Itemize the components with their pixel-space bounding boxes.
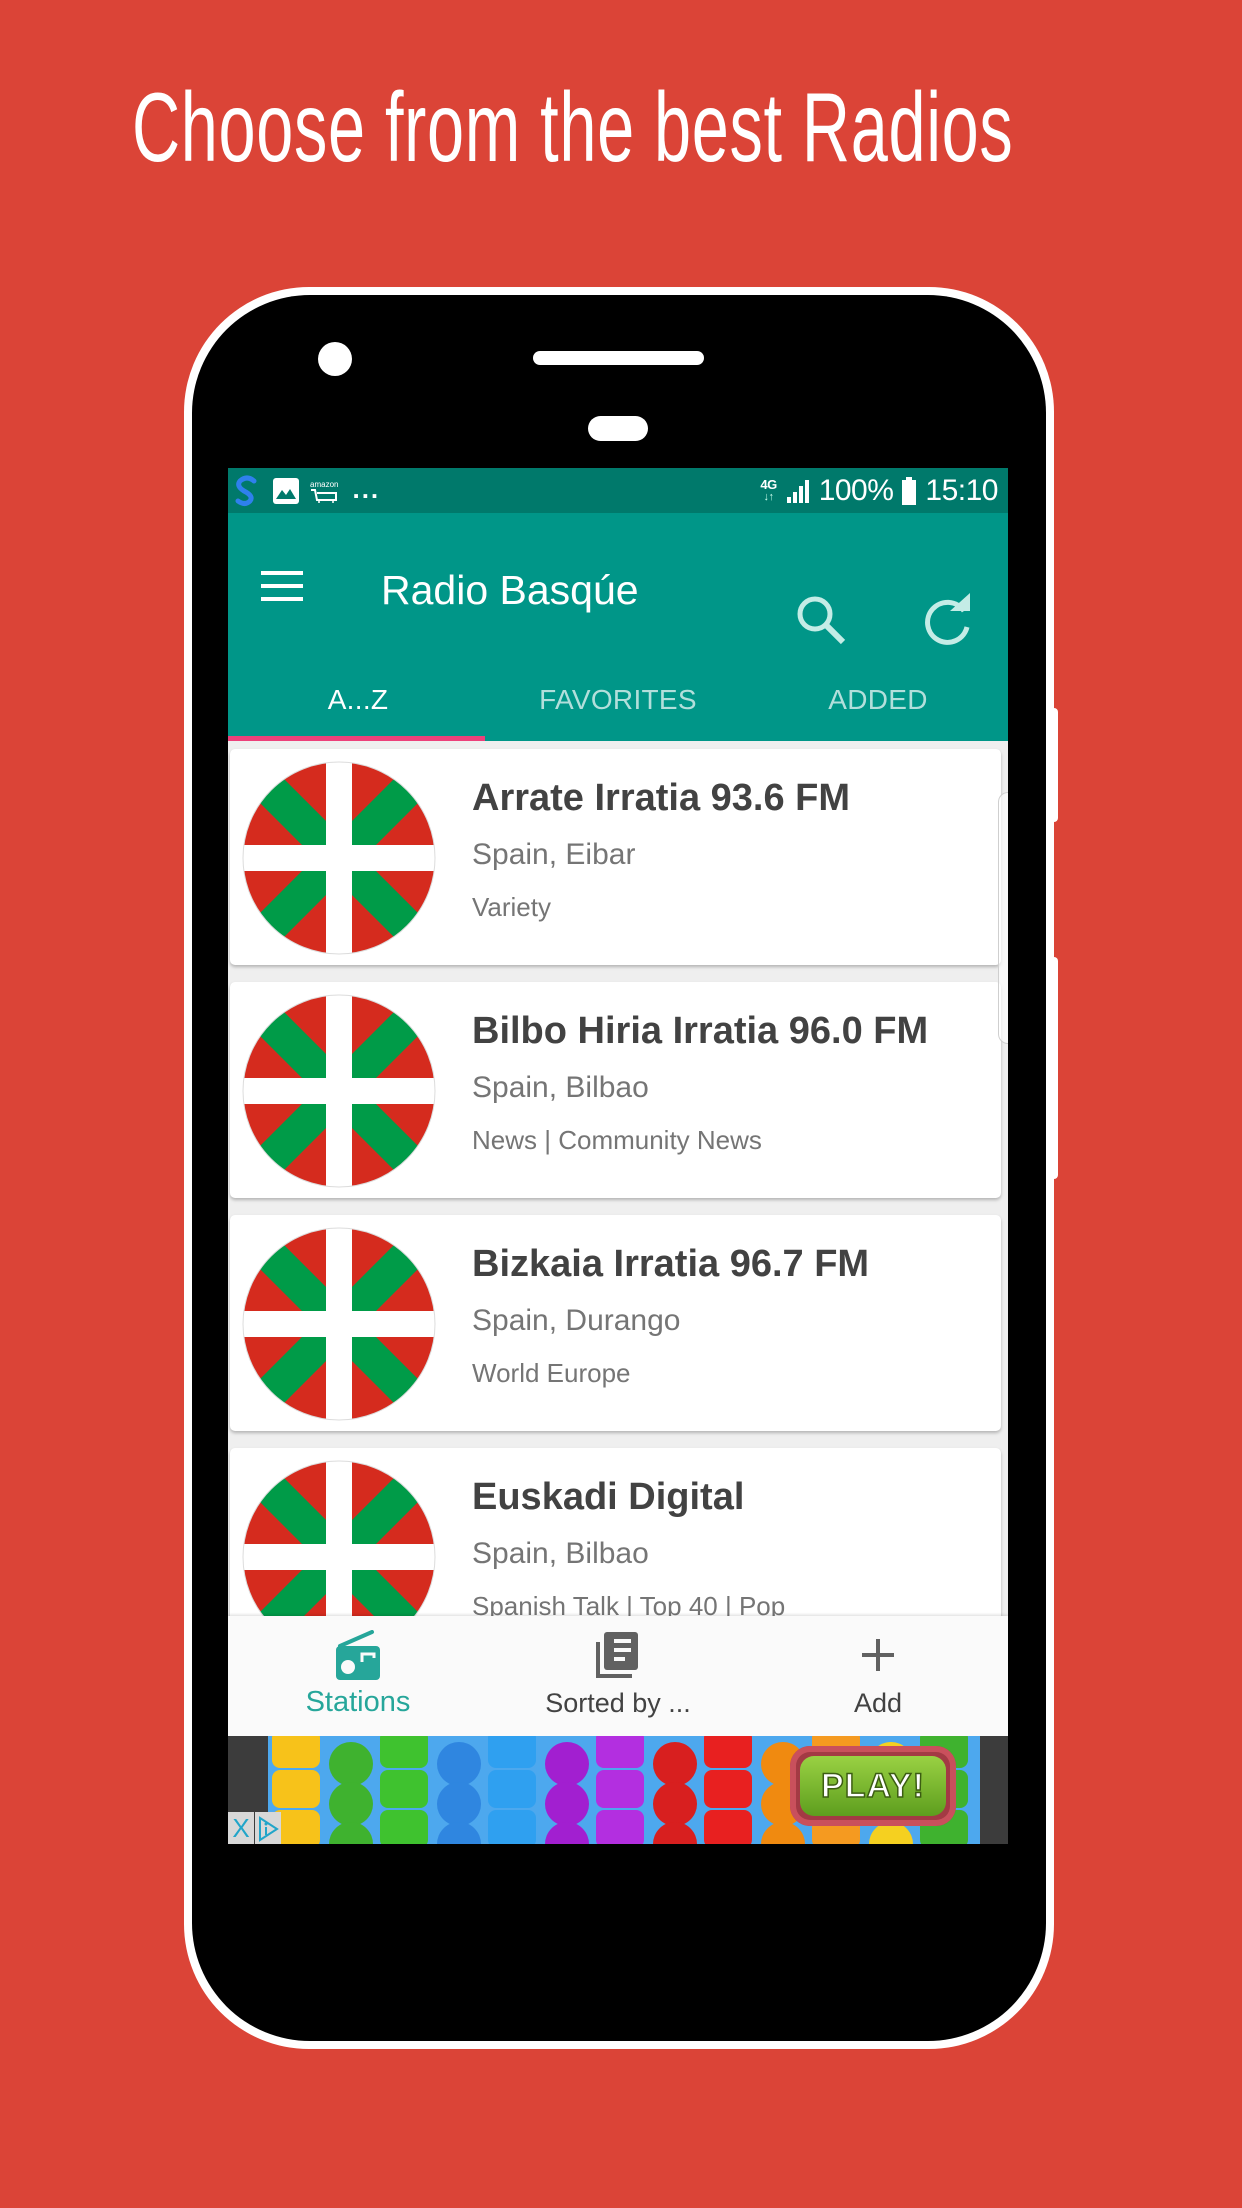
basque-flag-icon bbox=[242, 994, 436, 1188]
bottom-navigation: Stations Sorted by ... Add bbox=[228, 1616, 1008, 1736]
app-title: Radio Basqúe bbox=[381, 567, 639, 613]
plus-icon bbox=[862, 1639, 894, 1671]
ad-choices-button[interactable] bbox=[255, 1812, 281, 1844]
ad-play-button[interactable]: PLAY! bbox=[790, 1746, 956, 1826]
station-name: Bilbo Hiria Irratia 96.0 FM bbox=[472, 1010, 929, 1052]
shield-s-icon bbox=[235, 475, 257, 506]
phone-screen: amazon ... 4G ↓↑ 100% 15:10 Radio Basqúe… bbox=[228, 468, 1008, 1844]
station-genre: News | Community News bbox=[472, 1125, 762, 1155]
basque-flag-icon bbox=[242, 761, 436, 955]
basque-flag-icon bbox=[242, 1227, 436, 1421]
ad-candy bbox=[380, 1770, 428, 1808]
tab-favorites[interactable]: FAVORITES bbox=[488, 668, 748, 741]
station-location: Spain, Durango bbox=[472, 1304, 681, 1337]
battery-percent: 100% bbox=[818, 473, 894, 507]
station-card[interactable]: Bilbo Hiria Irratia 96.0 FM Spain, Bilba… bbox=[230, 982, 1001, 1198]
nav-stations[interactable]: Stations bbox=[228, 1616, 488, 1736]
ad-candy bbox=[596, 1736, 644, 1768]
network-4g-icon: 4G ↓↑ bbox=[760, 476, 777, 503]
station-genre: World Europe bbox=[472, 1358, 631, 1388]
station-name: Bizkaia Irratia 96.7 FM bbox=[472, 1243, 870, 1285]
station-card[interactable]: Arrate Irratia 93.6 FM Spain, Eibar Vari… bbox=[230, 749, 1001, 965]
ad-candy bbox=[596, 1770, 644, 1808]
nav-sorted-by[interactable]: Sorted by ... bbox=[488, 1616, 748, 1736]
ad-candy bbox=[488, 1770, 536, 1808]
station-name: Euskadi Digital bbox=[472, 1476, 745, 1518]
ad-candy bbox=[596, 1810, 644, 1844]
ad-candy bbox=[380, 1810, 428, 1844]
phone-side-button-upper bbox=[1052, 708, 1058, 822]
ad-candy bbox=[545, 1742, 589, 1786]
ad-candy bbox=[380, 1736, 428, 1768]
station-location: Spain, Eibar bbox=[472, 838, 636, 871]
proximity-sensor bbox=[588, 416, 648, 441]
amazon-label: amazon bbox=[310, 479, 339, 489]
ad-candy bbox=[653, 1742, 697, 1786]
ad-close-button[interactable]: X bbox=[228, 1812, 254, 1844]
app-bar: Radio Basqúe A...Z FAVORITES ADDED bbox=[228, 513, 1008, 741]
search-button[interactable] bbox=[794, 593, 850, 649]
more-notifications: ... bbox=[352, 473, 381, 504]
tab-bar: A...Z FAVORITES ADDED bbox=[228, 668, 1008, 741]
ad-candy bbox=[545, 1782, 589, 1826]
nav-add[interactable]: Add bbox=[748, 1616, 1008, 1736]
ad-choices-icon bbox=[259, 1816, 279, 1842]
image-icon bbox=[273, 478, 299, 504]
tab-a-z[interactable]: A...Z bbox=[228, 668, 488, 741]
station-genre: Variety bbox=[472, 892, 551, 922]
ad-candy bbox=[437, 1782, 481, 1826]
active-tab-indicator bbox=[228, 736, 485, 741]
station-name: Arrate Irratia 93.6 FM bbox=[472, 777, 851, 819]
library-books-icon bbox=[596, 1632, 638, 1678]
ad-candy bbox=[488, 1736, 536, 1768]
ad-candy bbox=[704, 1770, 752, 1808]
ad-candy bbox=[272, 1770, 320, 1808]
network-type: 4G bbox=[760, 476, 777, 492]
ad-candy bbox=[704, 1810, 752, 1844]
battery-icon bbox=[902, 476, 917, 505]
promo-headline: Choose from the best Radios bbox=[132, 72, 1014, 182]
refresh-icon bbox=[925, 593, 970, 645]
front-camera bbox=[318, 342, 352, 376]
earpiece-speaker bbox=[533, 351, 704, 365]
refresh-button[interactable] bbox=[920, 593, 976, 649]
nav-label: Sorted by ... bbox=[545, 1688, 691, 1718]
search-icon bbox=[797, 596, 846, 645]
ad-candy bbox=[704, 1736, 752, 1768]
menu-button[interactable] bbox=[261, 571, 305, 605]
nav-label: Add bbox=[853, 1688, 903, 1718]
nav-label: Stations bbox=[305, 1686, 411, 1718]
list-scrollbar[interactable] bbox=[998, 792, 1008, 1044]
tab-added[interactable]: ADDED bbox=[748, 668, 1008, 741]
station-location: Spain, Bilbao bbox=[472, 1071, 649, 1104]
ad-candy bbox=[329, 1782, 373, 1826]
station-card[interactable]: Bizkaia Irratia 96.7 FM Spain, Durango W… bbox=[230, 1215, 1001, 1431]
radio-icon bbox=[336, 1630, 380, 1680]
ad-candy bbox=[653, 1782, 697, 1826]
ad-candy bbox=[272, 1736, 320, 1768]
ad-candy bbox=[488, 1810, 536, 1844]
ad-play-label: PLAY! bbox=[800, 1756, 946, 1816]
ad-candy bbox=[329, 1742, 373, 1786]
signal-icon bbox=[786, 479, 809, 503]
clock: 15:10 bbox=[925, 473, 998, 507]
ad-banner[interactable]: X PLAY! bbox=[228, 1736, 1008, 1844]
ad-candy bbox=[437, 1742, 481, 1786]
phone-side-button-lower bbox=[1052, 957, 1058, 1179]
station-location: Spain, Bilbao bbox=[472, 1537, 649, 1570]
status-bar: amazon ... 4G ↓↑ 100% 15:10 bbox=[228, 468, 1008, 513]
amazon-cart-icon: amazon bbox=[310, 480, 338, 503]
